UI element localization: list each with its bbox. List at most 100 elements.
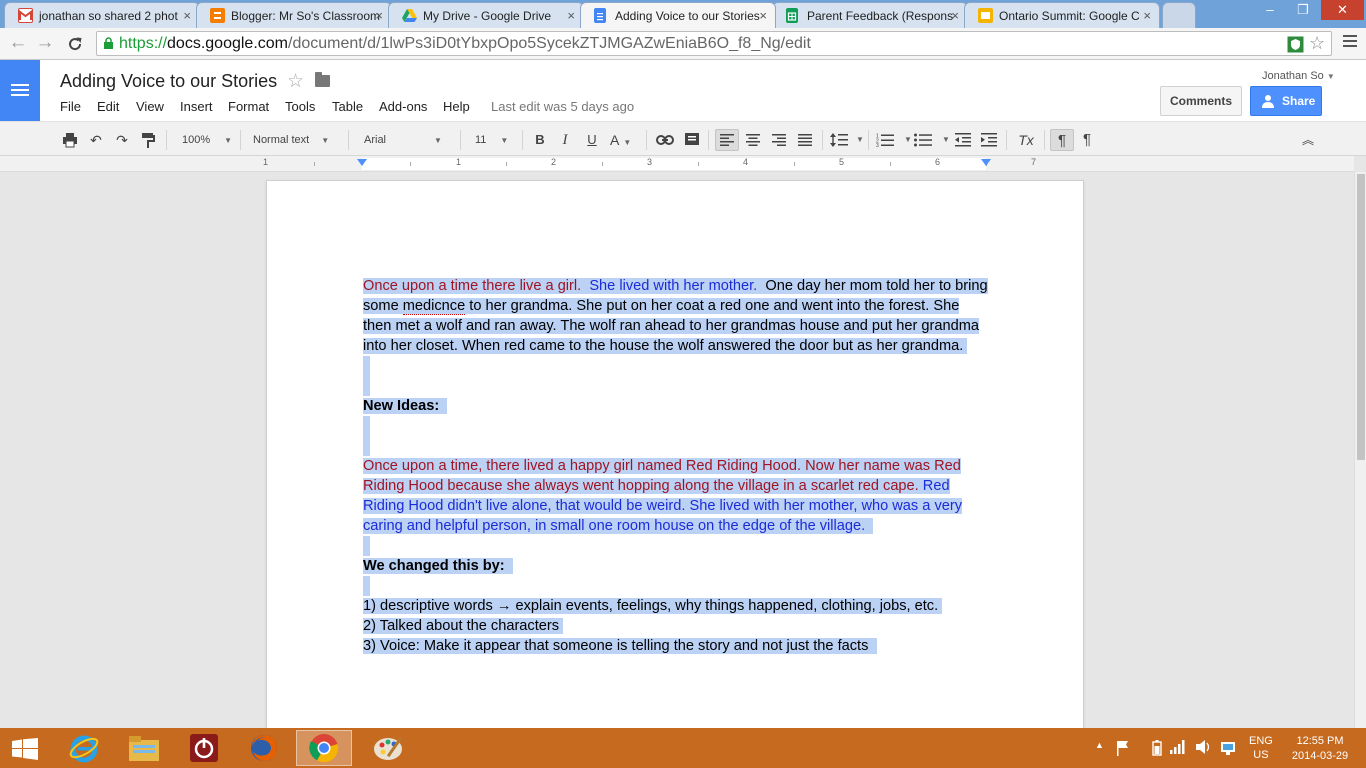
close-icon[interactable]: × (951, 8, 959, 23)
menu-edit[interactable]: Edit (97, 99, 119, 114)
firefox-icon[interactable] (236, 730, 292, 766)
network-icon[interactable] (1219, 740, 1237, 756)
tab-sheets[interactable]: Parent Feedback (Respons × (772, 2, 968, 28)
extension-shield-icon[interactable] (1287, 36, 1304, 53)
tab-slides[interactable]: Ontario Summit: Google C × (964, 2, 1160, 28)
increase-indent-icon[interactable] (980, 129, 998, 151)
list-item[interactable]: 2) Talked about the characters (363, 616, 564, 636)
comments-button[interactable]: Comments (1160, 86, 1242, 116)
docs-home-icon[interactable] (0, 60, 40, 121)
share-button[interactable]: Share (1250, 86, 1322, 116)
paint-icon[interactable] (362, 730, 418, 766)
collapse-toolbar-icon[interactable]: ︽ (1298, 129, 1318, 151)
bookmark-star-icon[interactable]: ☆ (1309, 34, 1326, 53)
paragraph-line[interactable]: caring and helpful person, in small one … (363, 516, 874, 536)
back-icon[interactable]: ← (6, 32, 30, 56)
menu-table[interactable]: Table (332, 99, 363, 114)
underline-button[interactable]: U (583, 129, 601, 151)
file-explorer-icon[interactable] (116, 730, 172, 766)
line-spacing-button[interactable]: ▼ (830, 129, 864, 151)
ltr-direction-button[interactable]: ¶ (1050, 129, 1074, 151)
clear-formatting-button[interactable]: Tx (1014, 129, 1038, 151)
paragraph-line[interactable]: Riding Hood because she always went hopp… (363, 476, 950, 496)
internet-explorer-icon[interactable] (56, 730, 112, 766)
reload-icon[interactable] (63, 32, 87, 56)
chrome-icon[interactable] (296, 730, 352, 766)
tab-drive[interactable]: My Drive - Google Drive × (388, 2, 584, 28)
battery-icon[interactable] (1152, 740, 1162, 756)
minimize-icon[interactable]: – (1255, 0, 1285, 20)
star-icon[interactable]: ☆ (287, 70, 304, 93)
show-hidden-icons[interactable]: ▲ (1095, 740, 1104, 756)
text-color-button[interactable]: A ▼ (610, 129, 640, 151)
tab-docs-active[interactable]: Adding Voice to our Stories × (580, 2, 776, 28)
empty-line[interactable] (363, 576, 370, 596)
chrome-menu-icon[interactable] (1340, 32, 1360, 54)
misspelled-word[interactable]: medicnce (402, 298, 466, 315)
menu-view[interactable]: View (136, 99, 164, 114)
power-app-icon[interactable] (176, 730, 232, 766)
paragraph-line[interactable]: Riding Hood didn't live alone, that woul… (363, 496, 963, 516)
menu-add-ons[interactable]: Add-ons (379, 99, 427, 114)
tab-gmail[interactable]: jonathan so shared 2 phot × (4, 2, 200, 28)
heading-line[interactable]: New Ideas: (363, 396, 448, 416)
new-tab-button[interactable] (1162, 2, 1196, 28)
close-icon[interactable]: × (567, 8, 575, 23)
comment-icon[interactable] (682, 129, 702, 151)
empty-line[interactable] (363, 356, 370, 396)
forward-icon[interactable]: → (33, 32, 57, 56)
menu-tools[interactable]: Tools (285, 99, 315, 114)
justify-button[interactable] (796, 129, 814, 151)
address-bar[interactable]: https://docs.google.com/document/d/1lwPs… (96, 31, 1332, 56)
bold-button[interactable]: B (531, 129, 549, 151)
align-center-button[interactable] (744, 129, 762, 151)
italic-button[interactable]: I (556, 129, 574, 151)
vertical-scrollbar[interactable] (1354, 172, 1366, 728)
action-center-flag-icon[interactable] (1116, 740, 1130, 756)
bulleted-list-button[interactable]: ▼ (914, 129, 950, 151)
paragraph-line[interactable]: Once upon a time, there lived a happy gi… (363, 456, 961, 476)
paragraph-style-select[interactable]: Normal text ▼ (253, 129, 338, 151)
tab-blogger[interactable]: Blogger: Mr So's Classroom × (196, 2, 392, 28)
left-indent-marker[interactable] (357, 159, 367, 166)
scrollbar-thumb[interactable] (1357, 174, 1365, 460)
decrease-indent-icon[interactable] (954, 129, 972, 151)
window-close-icon[interactable]: ✕ (1321, 0, 1364, 20)
rtl-direction-button[interactable]: ¶ (1078, 129, 1096, 151)
restore-icon[interactable]: ❐ (1288, 0, 1318, 20)
close-icon[interactable]: × (183, 8, 191, 23)
paint-format-icon[interactable] (138, 129, 158, 151)
paragraph-line[interactable]: into her closet. When red came to the ho… (363, 336, 968, 356)
zoom-select[interactable]: 100% ▼ (182, 129, 232, 151)
print-icon[interactable] (60, 129, 80, 151)
menu-format[interactable]: Format (228, 99, 269, 114)
paragraph-line[interactable]: some medicnce to her grandma. She put on… (363, 296, 960, 316)
close-icon[interactable]: × (759, 8, 767, 23)
last-edit-status[interactable]: Last edit was 5 days ago (491, 99, 634, 114)
menu-help[interactable]: Help (443, 99, 470, 114)
document-title[interactable]: Adding Voice to our Stories (60, 71, 277, 92)
paragraph-line[interactable]: Once upon a time there live a girl. She … (363, 276, 988, 296)
close-icon[interactable]: × (375, 8, 383, 23)
windows-start-icon[interactable] (0, 730, 50, 766)
empty-line[interactable] (363, 536, 370, 556)
signal-icon[interactable] (1170, 740, 1186, 756)
right-indent-marker[interactable] (981, 159, 991, 166)
font-select[interactable]: Arial ▼ (364, 129, 448, 151)
empty-line[interactable] (363, 416, 370, 456)
paragraph-line[interactable]: then met a wolf and ran away. The wolf r… (363, 316, 980, 336)
undo-icon[interactable]: ↶ (86, 129, 106, 151)
menu-insert[interactable]: Insert (180, 99, 213, 114)
folder-icon[interactable] (315, 72, 330, 87)
redo-icon[interactable]: ↷ (112, 129, 132, 151)
close-icon[interactable]: × (1143, 8, 1151, 23)
input-language-indicator[interactable]: ENG US (1249, 734, 1273, 762)
align-left-button[interactable] (715, 129, 739, 151)
list-item[interactable]: 3) Voice: Make it appear that someone is… (363, 636, 877, 656)
list-item[interactable]: 1) descriptive words → explain events, f… (363, 596, 943, 616)
align-right-button[interactable] (770, 129, 788, 151)
volume-icon[interactable] (1196, 740, 1212, 756)
system-clock[interactable]: 12:55 PM 2014-03-29 (1289, 734, 1351, 764)
numbered-list-button[interactable]: 123 ▼ (876, 129, 912, 151)
font-size-select[interactable]: 11 ▼ (475, 129, 515, 151)
